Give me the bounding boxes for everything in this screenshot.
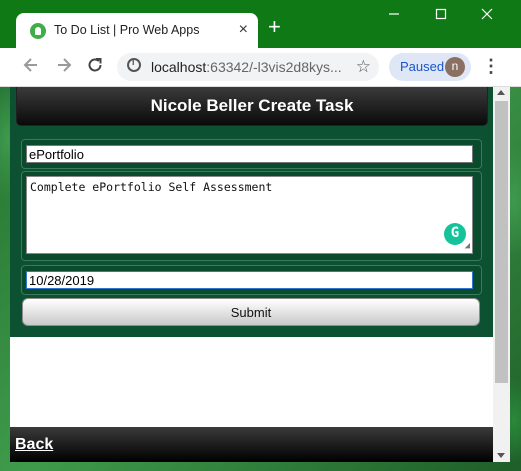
browser-toolbar: localhost:63342/-l3vis2d8kys... ☆ Paused…: [0, 48, 521, 87]
scroll-up-arrow-icon[interactable]: [497, 90, 505, 95]
site-info-icon[interactable]: [127, 57, 141, 72]
page-title: Nicole Beller Create Task: [150, 96, 354, 115]
page-header: Nicole Beller Create Task: [16, 87, 488, 126]
task-description-text: Complete ePortfolio Self Assessment: [30, 180, 273, 194]
grammarly-icon[interactable]: G: [444, 223, 466, 245]
maximize-icon[interactable]: [435, 8, 447, 23]
avatar: n: [445, 57, 465, 77]
url-text: localhost:63342/-l3vis2d8kys...: [151, 59, 342, 75]
due-date-input[interactable]: 10/28/2019: [26, 271, 473, 289]
vertical-scrollbar[interactable]: [493, 87, 510, 462]
bookmark-star-icon[interactable]: ☆: [356, 57, 371, 77]
close-window-icon[interactable]: [481, 8, 493, 23]
browser-window: To Do List | Pro Web Apps × + localhost:…: [0, 0, 521, 471]
resize-handle-icon[interactable]: ◢: [465, 242, 470, 251]
back-link[interactable]: Back: [15, 436, 53, 454]
scrollbar-thumb[interactable]: [495, 101, 508, 383]
app-container: Nicole Beller Create Task ePortfolio Com…: [10, 87, 493, 337]
address-bar[interactable]: localhost:63342/-l3vis2d8kys... ☆: [117, 53, 379, 81]
task-description-textarea[interactable]: Complete ePortfolio Self Assessment G ◢: [26, 176, 473, 254]
app-favicon-icon: [30, 23, 46, 39]
scroll-down-arrow-icon[interactable]: [497, 453, 505, 458]
page-viewport: Nicole Beller Create Task ePortfolio Com…: [10, 87, 493, 462]
page-footer: Back: [10, 427, 493, 462]
task-title-field-container: ePortfolio: [21, 139, 482, 169]
new-tab-button[interactable]: +: [268, 16, 281, 38]
browser-tab[interactable]: To Do List | Pro Web Apps ×: [16, 13, 258, 49]
tab-title: To Do List | Pro Web Apps: [54, 23, 200, 37]
task-description-field-container: Complete ePortfolio Self Assessment G ◢: [21, 171, 482, 261]
browser-menu-icon[interactable]: ⋮: [482, 56, 500, 76]
tab-close-icon[interactable]: ×: [239, 21, 248, 39]
reload-icon[interactable]: [86, 56, 104, 78]
minimize-icon[interactable]: [388, 8, 400, 23]
due-date-field-container: 10/28/2019: [21, 265, 482, 295]
profile-button[interactable]: Paused n: [389, 53, 471, 81]
task-title-input[interactable]: ePortfolio: [26, 145, 473, 163]
forward-arrow-icon[interactable]: [55, 56, 73, 78]
submit-button[interactable]: Submit: [22, 298, 480, 326]
title-bar: To Do List | Pro Web Apps × +: [0, 0, 521, 49]
profile-status: Paused: [400, 59, 445, 74]
back-arrow-icon[interactable]: [22, 56, 40, 78]
